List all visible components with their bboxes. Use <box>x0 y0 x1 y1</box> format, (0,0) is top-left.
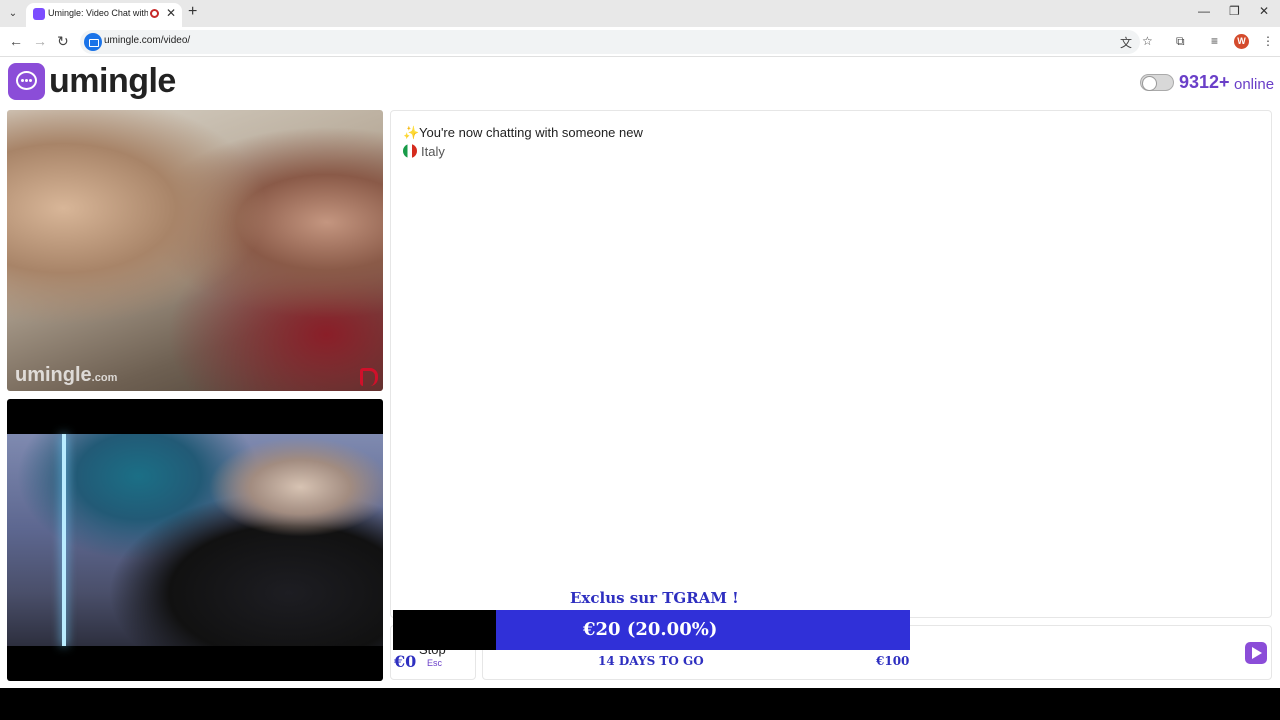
address-bar[interactable]: umingle.com/video/ <box>80 30 1140 54</box>
video-watermark: umingle.com <box>15 364 118 386</box>
translate-icon[interactable]: 文 <box>1120 34 1132 51</box>
forward-icon[interactable]: → <box>33 33 47 49</box>
theme-toggle[interactable] <box>1140 74 1174 91</box>
site-info-icon[interactable] <box>84 33 102 51</box>
donation-days-left: 14 DAYS TO GO <box>598 654 704 668</box>
stranger-video <box>7 110 383 391</box>
umingle-favicon-icon <box>33 8 45 20</box>
umingle-logo-icon[interactable] <box>8 63 45 100</box>
restore-icon[interactable]: ❐ <box>1229 4 1240 18</box>
reload-icon[interactable]: ↻ <box>57 33 69 50</box>
recording-icon <box>150 9 159 18</box>
tab-strip: ⌄ Umingle: Video Chat with S ✕ + — ❐ ✕ <box>0 0 1280 27</box>
profile-avatar[interactable]: W <box>1234 34 1249 49</box>
browser-window: ⌄ Umingle: Video Chat with S ✕ + — ❐ ✕ ←… <box>0 0 1280 688</box>
online-count: 9312+ <box>1179 72 1230 92</box>
browser-toolbar: ← → ↻ umingle.com/video/ 文 ☆ ⧉ ≡ W ⋮ <box>0 27 1280 57</box>
italy-flag-icon <box>403 144 417 158</box>
url-text[interactable]: umingle.com/video/ <box>104 35 190 46</box>
menu-dots-icon[interactable]: ⋮ <box>1262 34 1274 48</box>
close-window-icon[interactable]: ✕ <box>1259 4 1269 18</box>
logo-text[interactable]: umingle <box>49 62 176 101</box>
chat-status-line: ✨You're now chatting with someone new <box>403 125 643 140</box>
chat-country-line: Italy <box>403 144 445 159</box>
back-icon[interactable]: ← <box>9 33 23 49</box>
media-controls-icon[interactable]: ≡ <box>1211 34 1218 48</box>
donation-amount: €20 (20.00%) <box>583 619 718 640</box>
sparkles-icon: ✨ <box>403 125 420 140</box>
send-icon[interactable] <box>1245 642 1267 664</box>
close-tab-icon[interactable]: ✕ <box>166 6 176 20</box>
donation-min: €0 <box>394 652 417 671</box>
report-flag-icon[interactable] <box>360 368 378 386</box>
new-tab-icon[interactable]: + <box>188 3 197 21</box>
donation-title[interactable]: Exclus sur TGRAM ! <box>570 589 739 607</box>
self-video <box>7 399 383 681</box>
minimize-icon[interactable]: — <box>1198 4 1210 18</box>
donation-goal: €100 <box>876 654 910 668</box>
tab-title: Umingle: Video Chat with S <box>48 8 148 18</box>
tab-umingle[interactable]: Umingle: Video Chat with S ✕ <box>26 3 182 27</box>
self-camera-feed <box>7 434 383 646</box>
tab-search-icon[interactable]: ⌄ <box>4 5 22 23</box>
esc-hint: Esc <box>427 658 443 668</box>
extensions-icon[interactable]: ⧉ <box>1176 34 1185 49</box>
chat-log: ✨You're now chatting with someone new It… <box>390 110 1272 618</box>
led-light-strip <box>62 434 66 646</box>
bookmark-star-icon[interactable]: ☆ <box>1142 34 1153 48</box>
chat-bubble-icon <box>16 71 37 90</box>
online-label: online <box>1234 76 1275 93</box>
